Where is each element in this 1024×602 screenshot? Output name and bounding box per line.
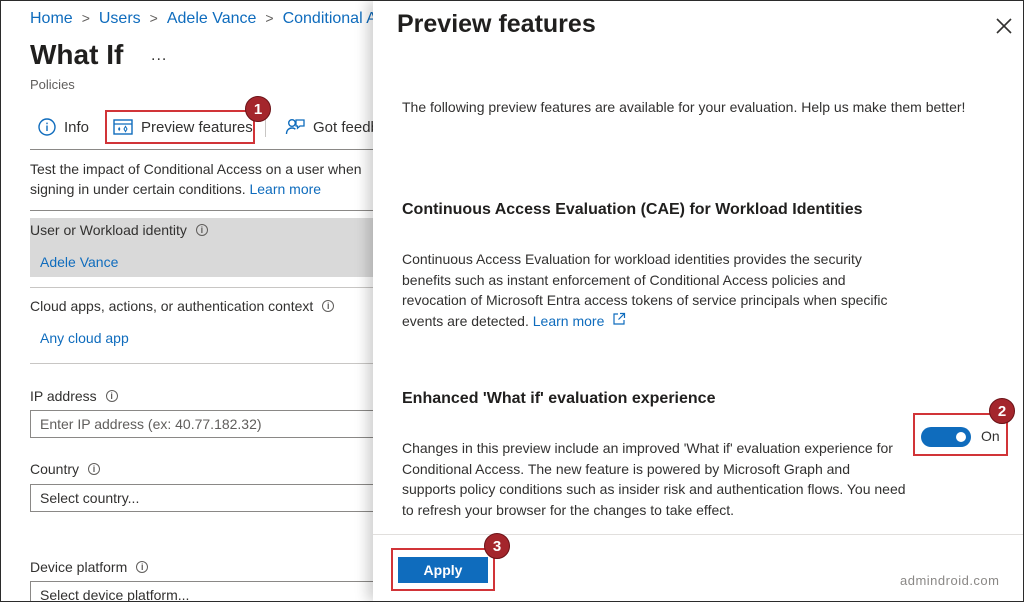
info-button[interactable]: Info xyxy=(38,110,89,144)
cae-description-text: Continuous Access Evaluation for workloa… xyxy=(402,251,888,329)
country-label: Country i xyxy=(30,461,101,477)
preview-features-label: Preview features xyxy=(141,118,253,136)
cae-learn-more-link[interactable]: Learn more xyxy=(533,313,605,329)
description-learn-more-link[interactable]: Learn more xyxy=(249,181,321,197)
cloud-apps-label-text: Cloud apps, actions, or authentication c… xyxy=(30,298,314,314)
user-identity-label-text: User or Workload identity xyxy=(30,222,187,238)
info-icon xyxy=(38,118,56,136)
what-if-page: Home > Users > Adele Vance > Conditional Acces… xyxy=(1,1,373,601)
row-separator xyxy=(30,363,373,364)
preview-features-icon xyxy=(113,119,133,135)
row-separator xyxy=(30,287,373,288)
cloud-apps-label: Cloud apps, actions, or authentication c… xyxy=(30,298,335,314)
step-2-badge: 2 xyxy=(989,398,1015,424)
close-icon[interactable] xyxy=(993,15,1015,37)
whatif-heading: Enhanced 'What if' evaluation experience xyxy=(402,390,716,407)
country-select[interactable]: Select country... xyxy=(30,484,373,512)
country-select-value: Select country... xyxy=(40,490,140,506)
toolbar-divider xyxy=(265,119,266,137)
cloud-apps-value[interactable]: Any cloud app xyxy=(40,330,129,346)
chevron-right-icon: > xyxy=(265,10,274,26)
info-icon[interactable]: i xyxy=(105,390,118,402)
info-icon[interactable]: i xyxy=(195,224,208,236)
watermark: admindroid.com xyxy=(900,573,1000,588)
device-platform-select-value: Select device platform... xyxy=(40,587,190,601)
preview-features-button[interactable]: Preview features xyxy=(105,110,255,144)
user-identity-value[interactable]: Adele Vance xyxy=(40,254,118,270)
command-bar: Info Preview features Got feedbac xyxy=(1,110,373,144)
device-platform-select[interactable]: Select device platform... xyxy=(30,581,373,601)
ip-address-placeholder: Enter IP address (ex: 40.77.182.32) xyxy=(40,416,262,432)
breadcrumb: Home > Users > Adele Vance > Conditional Acces… xyxy=(30,10,373,28)
chevron-right-icon: > xyxy=(81,10,90,26)
ip-address-label: IP address i xyxy=(30,388,118,404)
whatif-description: Changes in this preview include an impro… xyxy=(402,440,906,518)
whatif-toggle[interactable] xyxy=(921,427,971,447)
toggle-knob xyxy=(956,432,966,442)
page-description: Test the impact of Conditional Access on… xyxy=(30,159,373,199)
info-icon[interactable]: i xyxy=(322,300,335,312)
step-3-badge: 3 xyxy=(484,533,510,559)
external-link-icon[interactable] xyxy=(612,312,626,326)
info-icon[interactable]: i xyxy=(136,561,149,573)
device-platform-label: Device platform i xyxy=(30,559,149,575)
chevron-right-icon: > xyxy=(149,10,158,26)
device-platform-label-text: Device platform xyxy=(30,559,128,575)
user-identity-label: User or Workload identity i xyxy=(30,222,208,238)
info-icon[interactable]: i xyxy=(88,463,101,475)
preview-features-panel: Preview features The following preview f… xyxy=(373,1,1023,601)
apply-highlight: Apply xyxy=(391,548,495,591)
breadcrumb-users[interactable]: Users xyxy=(99,10,141,27)
feedback-button[interactable]: Got feedback? xyxy=(285,110,373,144)
page-title: What If xyxy=(30,39,124,70)
panel-title: Preview features xyxy=(397,10,596,38)
breadcrumb-adele-vance[interactable]: Adele Vance xyxy=(167,10,257,27)
panel-footer-separator xyxy=(373,534,1023,535)
description-separator xyxy=(30,210,373,211)
toggle-state-label: On xyxy=(981,428,1000,444)
panel-intro-text: The following preview features are avail… xyxy=(402,99,966,115)
country-label-text: Country xyxy=(30,461,80,477)
ip-address-input[interactable]: Enter IP address (ex: 40.77.182.32) xyxy=(30,410,373,438)
feedback-icon xyxy=(285,119,305,135)
breadcrumb-home[interactable]: Home xyxy=(30,10,73,27)
screenshot-frame: Home > Users > Adele Vance > Conditional Acces… xyxy=(0,0,1024,602)
ip-address-label-text: IP address xyxy=(30,388,97,404)
feedback-label: Got feedback? xyxy=(313,118,373,136)
more-options-button[interactable]: ... xyxy=(151,47,167,65)
toolbar-separator xyxy=(30,149,373,150)
cae-description: Continuous Access Evaluation for workloa… xyxy=(402,249,907,331)
step-1-badge: 1 xyxy=(245,96,271,122)
breadcrumb-conditional-access[interactable]: Conditional Access xyxy=(283,10,373,27)
apply-button[interactable]: Apply xyxy=(398,557,488,583)
page-subtitle: Policies xyxy=(30,77,75,92)
cae-heading: Continuous Access Evaluation (CAE) for W… xyxy=(402,201,863,218)
info-button-label: Info xyxy=(64,118,90,136)
